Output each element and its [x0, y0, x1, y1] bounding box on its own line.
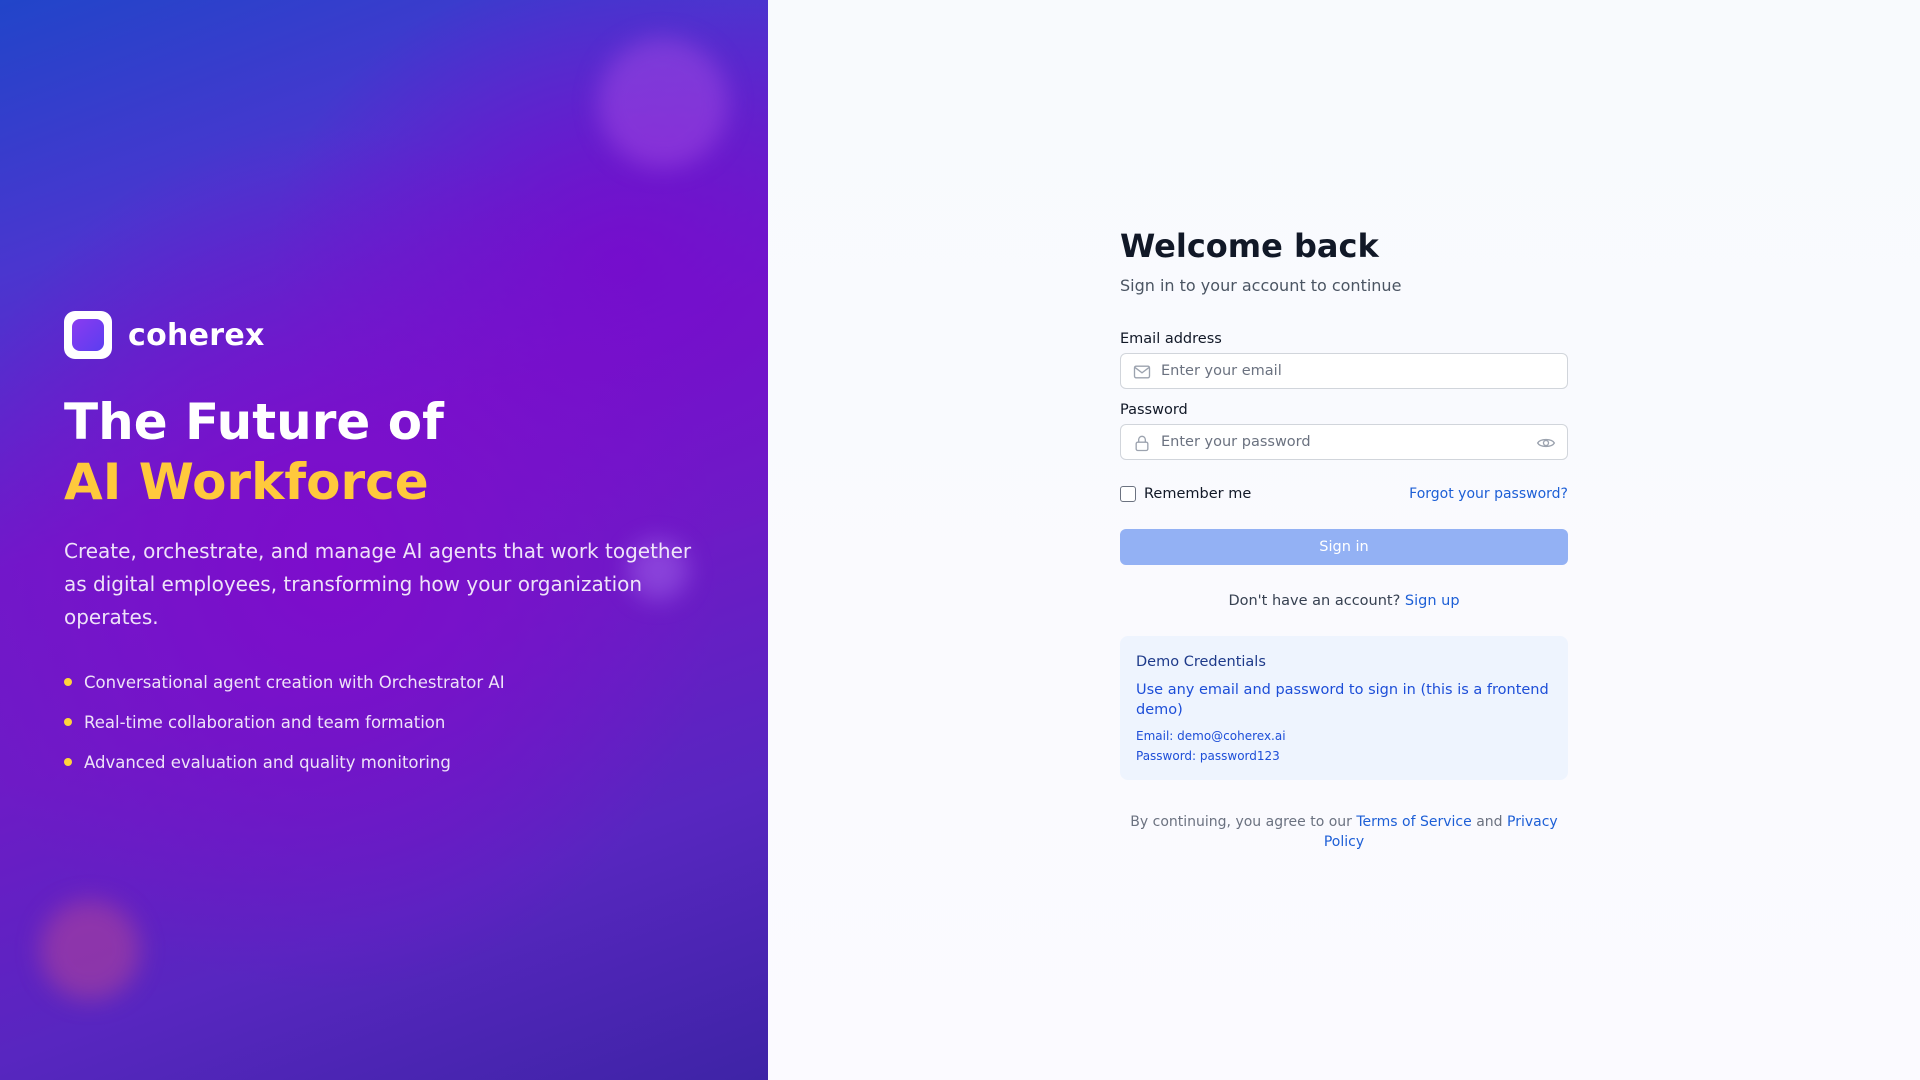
- decorative-glow: [40, 900, 140, 1000]
- page-subtitle: Sign in to your account to continue: [1120, 276, 1402, 295]
- eye-icon[interactable]: [1536, 433, 1556, 453]
- auth-panel: Welcome back Sign in to your account to …: [768, 0, 1920, 1080]
- password-input[interactable]: [1121, 425, 1567, 459]
- signup-prompt: Don't have an account? Sign up: [1120, 593, 1568, 609]
- coherex-logo-icon: [64, 311, 112, 359]
- no-account-text: Don't have an account?: [1228, 593, 1401, 609]
- brand: coherex: [64, 311, 265, 359]
- page-title: Welcome back: [1120, 227, 1379, 265]
- forgot-password-link[interactable]: Forgot your password?: [1409, 486, 1568, 502]
- feature-item: Conversational agent creation with Orche…: [64, 662, 505, 702]
- feature-text: Real-time collaboration and team formati…: [84, 712, 446, 732]
- password-label: Password: [1120, 402, 1188, 418]
- dot-icon: [64, 718, 72, 726]
- legal-prefix: By continuing, you agree to our: [1130, 814, 1352, 830]
- sign-up-link[interactable]: Sign up: [1405, 593, 1460, 609]
- feature-item: Advanced evaluation and quality monitori…: [64, 742, 505, 782]
- demo-description: Use any email and password to sign in (t…: [1136, 682, 1549, 718]
- password-field: [1120, 424, 1568, 460]
- feature-text: Advanced evaluation and quality monitori…: [84, 752, 451, 772]
- headline-line-2: AI Workforce: [64, 453, 429, 511]
- brand-name: coherex: [128, 317, 265, 353]
- headline-line-1: The Future of: [64, 393, 444, 451]
- demo-password: Password: password123: [1136, 749, 1280, 763]
- email-label: Email address: [1120, 331, 1222, 347]
- mail-icon: [1133, 365, 1151, 379]
- dot-icon: [64, 758, 72, 766]
- email-field: [1120, 353, 1568, 389]
- legal-conjunction: and: [1476, 814, 1503, 830]
- hero-panel: coherex The Future of AI Workforce Creat…: [0, 0, 768, 1080]
- email-input[interactable]: [1121, 354, 1567, 388]
- terms-of-service-link[interactable]: Terms of Service: [1356, 814, 1471, 830]
- feature-list: Conversational agent creation with Orche…: [64, 662, 505, 782]
- legal-notice: By continuing, you agree to our Terms of…: [1120, 812, 1568, 852]
- form-options-row: Remember me Forgot your password?: [1120, 485, 1568, 503]
- remember-me-label: Remember me: [1144, 486, 1252, 502]
- lock-icon: [1135, 435, 1149, 452]
- dot-icon: [64, 678, 72, 686]
- feature-item: Real-time collaboration and team formati…: [64, 702, 505, 742]
- sign-in-button[interactable]: Sign in: [1120, 529, 1568, 565]
- demo-credentials-box: Demo Credentials Use any email and passw…: [1120, 636, 1568, 780]
- remember-me-checkbox[interactable]: [1120, 486, 1136, 502]
- hero-headline: The Future of AI Workforce: [64, 392, 444, 512]
- demo-email: Email: demo@coherex.ai: [1136, 729, 1286, 743]
- feature-text: Conversational agent creation with Orche…: [84, 672, 505, 692]
- remember-me[interactable]: Remember me: [1120, 486, 1251, 502]
- hero-tagline: Create, orchestrate, and manage AI agent…: [64, 539, 692, 629]
- decorative-glow: [598, 38, 728, 168]
- signin-form: Welcome back Sign in to your account to …: [1120, 226, 1568, 852]
- demo-title: Demo Credentials: [1136, 654, 1266, 670]
- logo-mark: [72, 319, 104, 351]
